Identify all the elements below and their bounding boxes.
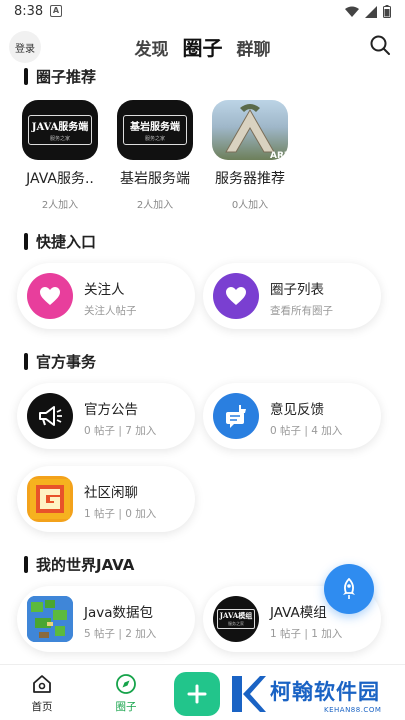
nav-circles[interactable]: 圈子: [96, 673, 156, 714]
compass-icon: [116, 674, 136, 694]
top-tabs: 发现 圈子 群聊: [0, 32, 405, 61]
shortcut-card-circle-list[interactable]: 圈子列表 查看所有圈子: [203, 263, 381, 329]
search-icon[interactable]: [369, 34, 391, 56]
status-time: 8:38: [14, 4, 44, 19]
bedrock-server-logo: 基岩服务端 服务之家: [117, 100, 193, 160]
ark-logo: ARK: [212, 100, 288, 160]
status-bar: 8:38 A: [0, 0, 405, 24]
section-label: 圈子推荐: [36, 68, 97, 86]
card-subtitle: 关注人帖子: [84, 305, 137, 317]
bedrock-server-logo-text: 基岩服务端: [130, 122, 180, 133]
card-title: JAVA模组: [270, 605, 327, 621]
card-title: 关注人: [84, 282, 125, 298]
top-header: 登录 发现 圈子 群聊: [0, 28, 405, 64]
watermark-title: 柯翰软件园: [270, 680, 380, 704]
section-bar: [24, 68, 28, 85]
ark-logo-text: ARK: [270, 151, 288, 160]
battery-icon: [383, 5, 391, 18]
section-java-title: 我的世界JAVA: [24, 554, 134, 575]
recommend-item-name: 基岩服务端: [120, 171, 190, 187]
tab-discover[interactable]: 发现: [135, 35, 169, 60]
recommend-item-server-recommend[interactable]: ARK 服务器推荐 0人加入: [202, 100, 298, 211]
nav-home[interactable]: 首页: [12, 673, 72, 714]
minecraft-globe-icon: [27, 596, 73, 642]
recommend-item-count: 2人加入: [41, 200, 79, 211]
heart-icon: [213, 273, 259, 319]
card-title: 社区闲聊: [84, 485, 138, 501]
card-title: 意见反馈: [270, 402, 324, 418]
official-card-chat[interactable]: 社区闲聊 1 帖子 | 0 加入: [17, 466, 195, 532]
section-label: 官方事务: [36, 353, 97, 371]
home-icon: [33, 675, 51, 693]
recommend-item-count: 0人加入: [231, 200, 269, 211]
java-mods-logo: JAVA模组 服务之家: [213, 596, 259, 642]
watermark-logo-icon: [232, 676, 266, 712]
card-title: 官方公告: [84, 402, 138, 418]
recommend-item-name: JAVA服务..: [26, 171, 94, 187]
nav-label: 圈子: [115, 701, 137, 713]
tab-group-chat[interactable]: 群聊: [237, 35, 271, 60]
section-label: 我的世界JAVA: [36, 556, 135, 574]
recommend-item-count: 2人加入: [136, 200, 174, 211]
section-shortcuts-title: 快捷入口: [24, 231, 96, 252]
wifi-icon: [345, 6, 359, 17]
card-subtitle: 查看所有圈子: [270, 305, 333, 317]
java-server-logo-subtext: 服务之家: [49, 136, 70, 142]
card-subtitle: 1 帖子 | 0 加入: [84, 508, 157, 520]
card-subtitle: 0 帖子 | 4 加入: [270, 425, 343, 437]
rocket-icon: [343, 578, 355, 599]
recommend-item-java-server[interactable]: JAVA服务端 服务之家 JAVA服务.. 2人加入: [12, 100, 108, 211]
section-label: 快捷入口: [36, 233, 97, 251]
official-card-announcement[interactable]: 官方公告 0 帖子 | 7 加入: [17, 383, 195, 449]
shortcut-card-following[interactable]: 关注人 关注人帖子: [17, 263, 195, 329]
section-recommend-title: 圈子推荐: [24, 66, 96, 87]
card-subtitle: 0 帖子 | 7 加入: [84, 425, 157, 437]
card-title: Java数据包: [84, 605, 154, 621]
heart-icon: [27, 273, 73, 319]
java-server-logo-text: JAVA服务端: [31, 122, 89, 133]
java-mods-logo-text: JAVA模组: [219, 611, 253, 620]
recommend-item-bedrock-server[interactable]: 基岩服务端 服务之家 基岩服务端 2人加入: [107, 100, 203, 211]
feedback-icon: [213, 393, 259, 439]
notification-icon: A: [50, 5, 62, 17]
tab-circles[interactable]: 圈子: [183, 32, 223, 61]
site-watermark: 柯翰软件园 KEHAN88.COM: [228, 672, 405, 720]
java-server-logo: JAVA服务端 服务之家: [22, 100, 98, 160]
bedrock-server-logo-subtext: 服务之家: [144, 136, 165, 142]
add-post-button[interactable]: [174, 672, 220, 716]
card-subtitle: 1 帖子 | 1 加入: [270, 628, 343, 640]
watermark-subtitle: KEHAN88.COM: [324, 706, 382, 714]
nav-label: 首页: [31, 701, 53, 713]
java-mods-logo-subtext: 服务之家: [228, 621, 244, 626]
java-card-datapack[interactable]: Java数据包 5 帖子 | 2 加入: [17, 586, 195, 652]
megaphone-icon: [27, 393, 73, 439]
pixel-g-icon: [27, 476, 73, 522]
plus-icon: [187, 684, 207, 704]
section-bar: [24, 556, 28, 573]
signal-icon: [365, 5, 377, 18]
recommend-item-name: 服务器推荐: [215, 171, 285, 187]
status-icons: [345, 5, 391, 18]
rocket-fab-button[interactable]: [324, 564, 374, 614]
ark-logo-image: ARK: [225, 104, 288, 160]
card-title: 圈子列表: [270, 282, 324, 298]
section-bar: [24, 233, 28, 250]
section-official-title: 官方事务: [24, 351, 96, 372]
official-card-feedback[interactable]: 意见反馈 0 帖子 | 4 加入: [203, 383, 381, 449]
card-subtitle: 5 帖子 | 2 加入: [84, 628, 157, 640]
section-bar: [24, 353, 28, 370]
